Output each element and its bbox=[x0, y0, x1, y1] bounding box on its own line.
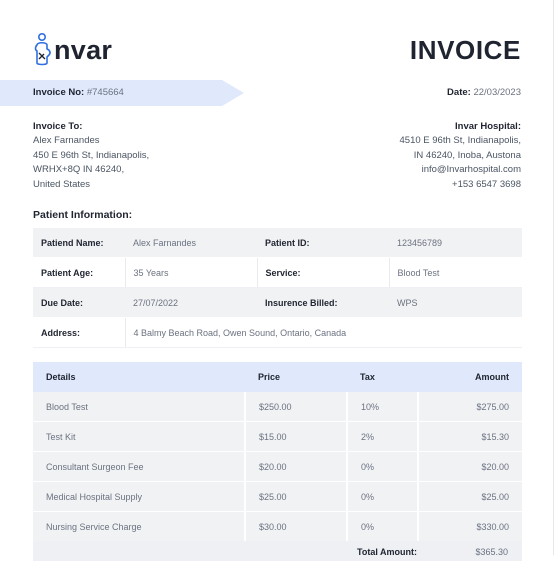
items-table: Details Price Tax Amount Blood Test $250… bbox=[33, 362, 522, 542]
total-label: Total Amount: bbox=[357, 547, 417, 557]
item-price: $25.00 bbox=[244, 481, 347, 512]
item-amount: $275.00 bbox=[417, 392, 522, 422]
hospital-block: Invar Hospital: 4510 E 96th St, Indianap… bbox=[400, 120, 521, 192]
patient-name-label: Patiend Name: bbox=[33, 228, 125, 258]
table-row: Consultant Surgeon Fee $20.00 0% $20.00 bbox=[33, 451, 522, 482]
address-value: 4 Balmy Beach Road, Owen Sound, Ontario,… bbox=[124, 317, 522, 348]
address-label: Address: bbox=[33, 317, 125, 348]
item-details: Nursing Service Charge bbox=[33, 511, 245, 542]
item-amount: $25.00 bbox=[417, 481, 522, 512]
column-header-price: Price bbox=[245, 362, 347, 392]
item-tax: 10% bbox=[346, 392, 418, 422]
hospital-phone: +153 6547 3698 bbox=[452, 178, 521, 190]
table-row: Blood Test $250.00 10% $275.00 bbox=[33, 392, 522, 422]
items-header-row: Details Price Tax Amount bbox=[33, 362, 522, 392]
bill-to-block: Invoice To: Alex Farnandes 450 E 96th St… bbox=[33, 120, 149, 192]
column-header-amount: Amount bbox=[418, 362, 522, 392]
table-row: Medical Hospital Supply $25.00 0% $25.00 bbox=[33, 481, 522, 512]
person-i-logo-icon bbox=[34, 33, 51, 66]
hospital-heading: Invar Hospital: bbox=[455, 121, 521, 132]
table-row: Nursing Service Charge $30.00 0% $330.00 bbox=[33, 511, 522, 542]
hospital-line: 4510 E 96th St, Indianapolis, bbox=[399, 135, 521, 147]
invoice-date-value: 22/03/2023 bbox=[473, 87, 521, 98]
item-details: Test Kit bbox=[33, 421, 245, 452]
page-edge-divider bbox=[553, 0, 554, 555]
column-header-details: Details bbox=[33, 362, 245, 392]
item-price: $15.00 bbox=[244, 421, 347, 452]
item-tax: 0% bbox=[346, 451, 418, 482]
patient-age-label: Patient Age: bbox=[33, 257, 125, 288]
item-details: Medical Hospital Supply bbox=[33, 481, 245, 512]
patient-row: Patiend Name: Alex Farnandes Patient ID:… bbox=[33, 228, 522, 258]
due-date: 27/07/2022 bbox=[125, 287, 257, 318]
item-price: $250.00 bbox=[244, 392, 347, 422]
invoice-number: Invoice No: #745664 bbox=[33, 87, 124, 99]
insurance-value: WPS bbox=[389, 287, 522, 318]
patient-info-table: Patiend Name: Alex Farnandes Patient ID:… bbox=[33, 228, 522, 348]
invoice-number-value: #745664 bbox=[86, 87, 124, 98]
invoice-date-label: Date: bbox=[447, 87, 471, 98]
bill-to-line: United States bbox=[33, 178, 91, 190]
column-header-tax: Tax bbox=[347, 362, 418, 392]
item-amount: $15.30 bbox=[417, 421, 522, 452]
total-value: $365.30 bbox=[475, 547, 508, 557]
item-price: $30.00 bbox=[244, 511, 347, 542]
table-row: Test Kit $15.00 2% $15.30 bbox=[33, 421, 522, 452]
brand-name: nvar bbox=[54, 35, 113, 65]
invoice-number-label: Invoice No: bbox=[33, 87, 85, 98]
invoice-date: Date: 22/03/2023 bbox=[447, 87, 521, 99]
bill-to-line: 450 E 96th St, Indianapolis, bbox=[33, 149, 150, 161]
bill-to-heading: Invoice To: bbox=[33, 121, 83, 132]
item-tax: 0% bbox=[346, 481, 418, 512]
patient-row: Address: 4 Balmy Beach Road, Owen Sound,… bbox=[33, 317, 522, 348]
item-details: Consultant Surgeon Fee bbox=[33, 451, 245, 482]
hospital-line: IN 46240, Inoba, Austona bbox=[413, 149, 521, 161]
item-amount: $330.00 bbox=[417, 511, 522, 542]
bill-to-line: WRHX+8Q IN 46240, bbox=[33, 164, 125, 176]
total-bar bbox=[33, 541, 522, 561]
insurance-label: Insurence Billed: bbox=[257, 287, 389, 318]
patient-section-title: Patient Information: bbox=[33, 209, 133, 221]
patient-id: 123456789 bbox=[389, 228, 522, 258]
document-title: INVOICE bbox=[409, 35, 521, 65]
bill-to-line: Alex Farnandes bbox=[33, 135, 100, 147]
invoice-page: nvar INVOICE Invoice No: #745664 Date: 2… bbox=[0, 0, 554, 561]
service-label: Service: bbox=[256, 257, 389, 288]
patient-row: Patient Age: 35 Years Service: Blood Tes… bbox=[33, 257, 522, 288]
brand-logo: nvar bbox=[33, 33, 112, 67]
item-tax: 2% bbox=[346, 421, 418, 452]
patient-age: 35 Years bbox=[124, 257, 257, 288]
item-details: Blood Test bbox=[33, 392, 245, 422]
patient-name: Alex Farnandes bbox=[125, 228, 257, 258]
item-tax: 0% bbox=[346, 511, 418, 542]
due-date-label: Due Date: bbox=[33, 287, 125, 318]
service-value: Blood Test bbox=[388, 257, 522, 288]
patient-id-label: Patient ID: bbox=[257, 228, 389, 258]
item-price: $20.00 bbox=[244, 451, 347, 482]
patient-row: Due Date: 27/07/2022 Insurence Billed: W… bbox=[33, 287, 522, 318]
item-amount: $20.00 bbox=[417, 451, 522, 482]
hospital-email[interactable]: info@Invarhospital.com bbox=[400, 163, 521, 177]
